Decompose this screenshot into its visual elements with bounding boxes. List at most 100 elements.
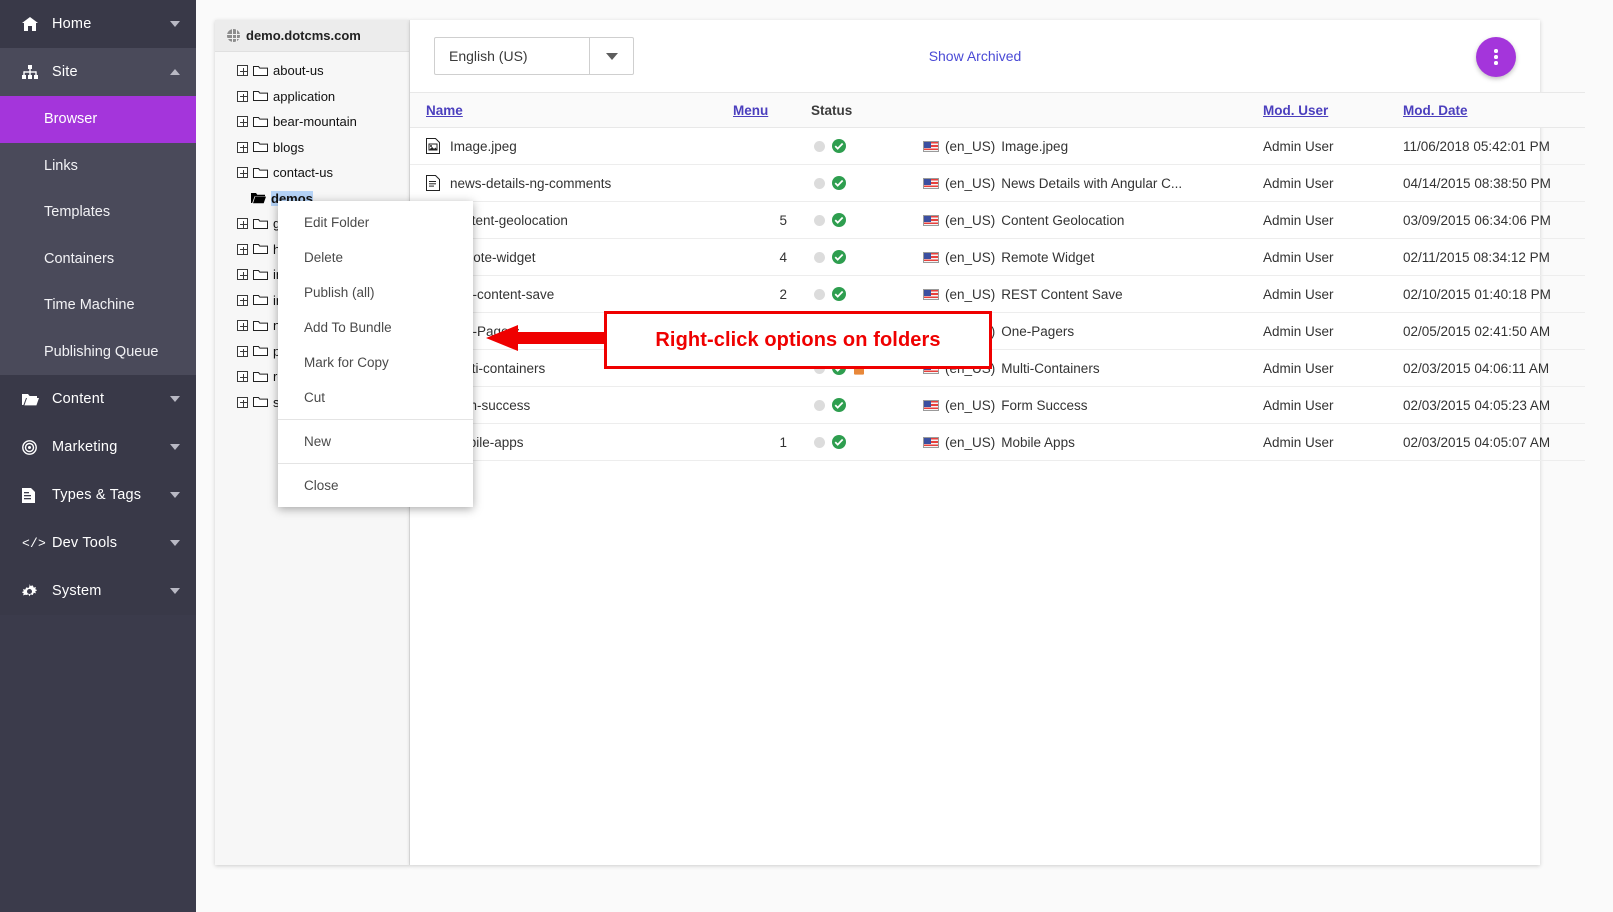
row-date-label: 02/05/2015 02:41:50 AM <box>1403 324 1550 339</box>
nav-group-types-tags[interactable]: Types & Tags <box>0 471 196 519</box>
column-header-name[interactable]: Name <box>410 93 725 128</box>
sidebar-item-time-machine[interactable]: Time Machine <box>0 282 196 329</box>
table-row[interactable]: news-details-ng-comments(en_US)News Deta… <box>410 165 1585 202</box>
expand-plus-icon[interactable] <box>237 116 248 127</box>
column-header-name-label: Name <box>426 103 463 118</box>
cell-menu: 5 <box>725 202 795 239</box>
cell-status <box>795 276 915 313</box>
us-flag-icon <box>923 252 939 263</box>
nav-site-subitems: Browser Links Templates Containers Time … <box>0 96 196 375</box>
cell-title: (en_US) Mobile Apps <box>915 424 1255 461</box>
row-date-label: 04/14/2015 08:38:50 PM <box>1403 176 1551 191</box>
tree-node-contact-us[interactable]: contact-us <box>215 160 409 186</box>
gear-icon <box>22 584 44 599</box>
expand-plus-icon[interactable] <box>237 295 248 306</box>
us-flag-icon <box>923 178 939 189</box>
context-menu-separator <box>278 463 473 464</box>
content-table: Name Menu Status Mod. User Mod. Date Ima… <box>410 92 1585 461</box>
column-header-mod-user[interactable]: Mod. User <box>1255 93 1395 128</box>
row-user-label: Admin User <box>1263 361 1334 376</box>
cell-name[interactable]: Image.jpeg <box>410 128 725 165</box>
sidebar-item-browser-label: Browser <box>44 111 97 127</box>
tree-node-bear-mountain[interactable]: bear-mountain <box>215 109 409 135</box>
column-header-mod-date[interactable]: Mod. Date <box>1395 93 1585 128</box>
expand-plus-icon[interactable] <box>237 269 248 280</box>
expand-plus-icon[interactable] <box>237 218 248 229</box>
context-menu-item-publish-all[interactable]: Publish (all) <box>278 275 473 310</box>
nav-group-content-label: Content <box>44 391 170 407</box>
show-archived-link[interactable]: Show Archived <box>410 48 1540 64</box>
expand-plus-icon[interactable] <box>237 346 248 357</box>
context-menu-item-close[interactable]: Close <box>278 468 473 503</box>
row-date-label: 11/06/2018 05:42:01 PM <box>1403 139 1550 154</box>
cell-menu <box>725 128 795 165</box>
table-row[interactable]: rest-content-save2(en_US)REST Content Sa… <box>410 276 1585 313</box>
tree-node-label: bear-mountain <box>273 114 357 129</box>
table-row[interactable]: form-success(en_US)Form SuccessAdmin Use… <box>410 387 1585 424</box>
nav-group-site[interactable]: Site <box>0 48 196 96</box>
context-menu-item-mark-for-copy[interactable]: Mark for Copy <box>278 345 473 380</box>
sidebar-item-publishing-queue[interactable]: Publishing Queue <box>0 329 196 376</box>
context-menu-item-label: Cut <box>304 390 325 405</box>
table-row[interactable]: mobile-apps1(en_US)Mobile AppsAdmin User… <box>410 424 1585 461</box>
table-row[interactable]: remote-widget4(en_US)Remote WidgetAdmin … <box>410 239 1585 276</box>
annotation-callout: Right-click options on folders <box>604 311 992 369</box>
nav-group-content[interactable]: Content <box>0 375 196 423</box>
expand-plus-icon[interactable] <box>237 167 248 178</box>
expand-plus-icon[interactable] <box>237 371 248 382</box>
nav-group-system[interactable]: System <box>0 567 196 615</box>
tree-node-about-us[interactable]: about-us <box>215 58 409 84</box>
cell-mod-date: 03/09/2015 06:34:06 PM <box>1395 202 1585 239</box>
nav-group-home[interactable]: Home <box>0 0 196 48</box>
nav-group-dev-tools-label: Dev Tools <box>44 535 170 551</box>
context-menu-item-edit-folder[interactable]: Edit Folder <box>278 205 473 240</box>
context-menu-item-cut[interactable]: Cut <box>278 380 473 415</box>
row-lang-label: (en_US) <box>945 435 995 450</box>
context-menu-item-new[interactable]: New <box>278 424 473 459</box>
tree-node-blogs[interactable]: blogs <box>215 135 409 161</box>
chevron-down-icon <box>170 588 180 594</box>
expand-plus-icon[interactable] <box>237 397 248 408</box>
cell-mod-user: Admin User <box>1255 128 1395 165</box>
column-header-status-label: Status <box>811 103 852 118</box>
column-header-menu[interactable]: Menu <box>725 93 795 128</box>
context-menu-item-label: Publish (all) <box>304 285 375 300</box>
folder-icon <box>253 269 268 281</box>
tree-node-label: contact-us <box>273 165 333 180</box>
context-menu-item-label: Mark for Copy <box>304 355 389 370</box>
expand-plus-icon[interactable] <box>237 65 248 76</box>
expand-plus-icon[interactable] <box>237 142 248 153</box>
target-icon <box>22 440 44 455</box>
nav-group-site-label: Site <box>44 64 170 80</box>
sidebar-item-containers[interactable]: Containers <box>0 236 196 283</box>
expand-plus-icon[interactable] <box>237 91 248 102</box>
expand-plus-icon[interactable] <box>237 320 248 331</box>
context-menu-item-label: New <box>304 434 331 449</box>
sitemap-icon <box>22 65 44 79</box>
expand-plus-icon[interactable] <box>237 244 248 255</box>
row-lang-label: (en_US) <box>945 287 995 302</box>
sidebar-item-browser[interactable]: Browser <box>0 96 196 143</box>
more-actions-button[interactable] <box>1476 37 1516 77</box>
cell-mod-user: Admin User <box>1255 165 1395 202</box>
context-menu-item-add-to-bundle[interactable]: Add To Bundle <box>278 310 473 345</box>
working-dot-icon <box>814 141 825 152</box>
sidebar-item-templates[interactable]: Templates <box>0 189 196 236</box>
sidebar-item-links[interactable]: Links <box>0 143 196 190</box>
table-row[interactable]: content-geolocation5(en_US)Content Geolo… <box>410 202 1585 239</box>
us-flag-icon <box>923 141 939 152</box>
row-user-label: Admin User <box>1263 176 1334 191</box>
row-title-label: Form Success <box>1001 398 1087 413</box>
tree-node-application[interactable]: application <box>215 84 409 110</box>
context-menu-item-delete[interactable]: Delete <box>278 240 473 275</box>
nav-group-dev-tools[interactable]: </> Dev Tools <box>0 519 196 567</box>
row-title-label: Mobile Apps <box>1001 435 1075 450</box>
row-user-label: Admin User <box>1263 435 1334 450</box>
row-name-label: news-details-ng-comments <box>450 176 611 191</box>
cell-name[interactable]: news-details-ng-comments <box>410 165 725 202</box>
table-row[interactable]: Image.jpeg(en_US)Image.jpegAdmin User11/… <box>410 128 1585 165</box>
tree-host-row[interactable]: demo.dotcms.com <box>215 20 409 52</box>
nav-group-marketing[interactable]: Marketing <box>0 423 196 471</box>
published-check-icon <box>832 398 846 412</box>
tree-node-label: blogs <box>273 140 304 155</box>
